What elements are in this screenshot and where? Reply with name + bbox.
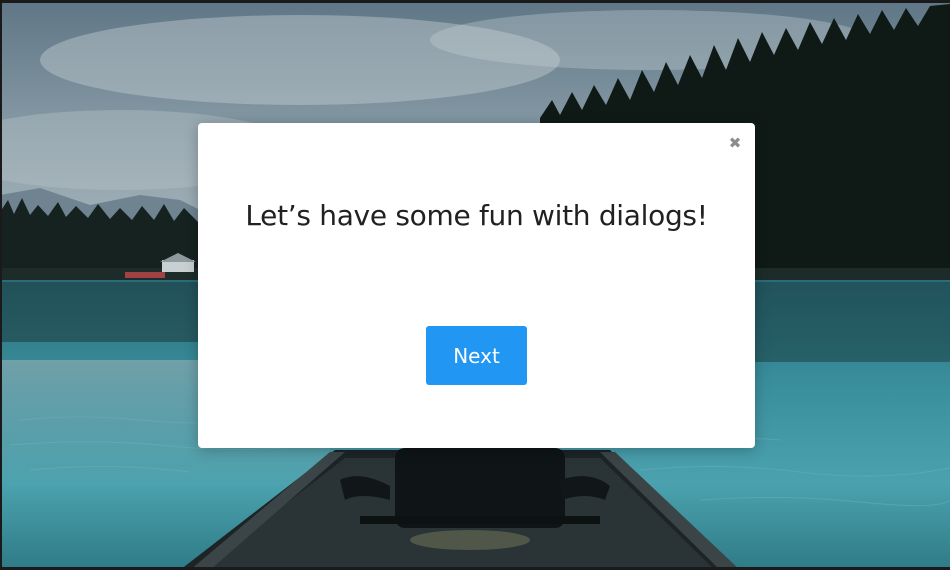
next-button[interactable]: Next — [426, 326, 527, 385]
close-icon[interactable]: ✖ — [727, 135, 743, 151]
dialog: ✖ Let’s have some fun with dialogs! Next — [198, 123, 755, 448]
top-edge — [0, 0, 950, 3]
dialog-title: Let’s have some fun with dialogs! — [245, 199, 708, 232]
page-frame: ✖ Let’s have some fun with dialogs! Next — [0, 0, 950, 570]
left-edge — [0, 0, 2, 570]
